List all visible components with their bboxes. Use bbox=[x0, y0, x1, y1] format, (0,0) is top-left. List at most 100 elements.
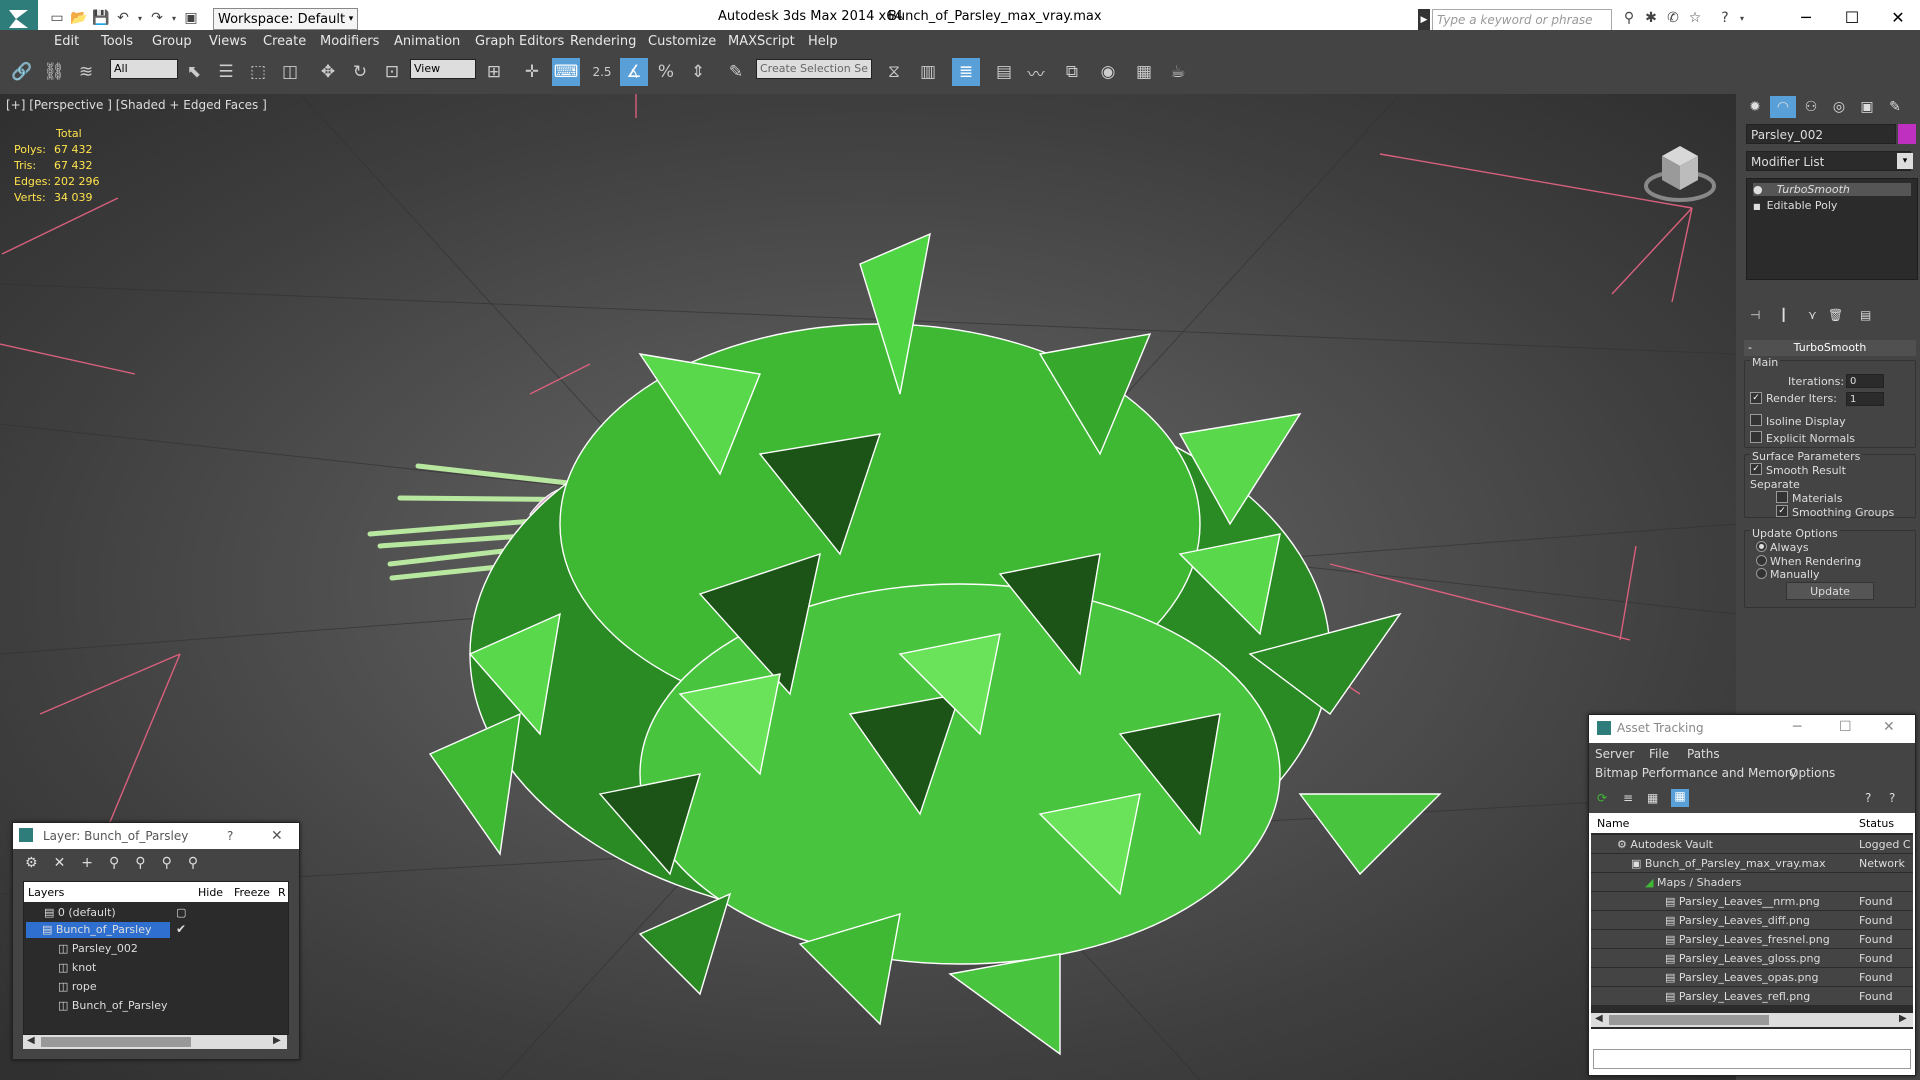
col-layers[interactable]: Layers bbox=[28, 886, 64, 899]
table-row[interactable]: ▤ Parsley_Leaves__nrm.png Found bbox=[1591, 892, 1913, 910]
asset-list[interactable]: Name Status ⚙ Autodesk Vault Logged C ▣ … bbox=[1591, 813, 1913, 1029]
named-selection-dropdown[interactable]: Create Selection Se bbox=[756, 59, 872, 79]
binoculars-icon[interactable]: ⚲ bbox=[1618, 7, 1640, 29]
modifier-list-dropdown[interactable]: Modifier List bbox=[1746, 151, 1911, 171]
layer-window-titlebar[interactable]: Layer: Bunch_of_Parsley ? ✕ bbox=[13, 823, 299, 849]
display-tab-icon[interactable]: ▣ bbox=[1854, 96, 1880, 118]
current-layer-box-icon[interactable]: ▢ bbox=[176, 906, 186, 919]
move-icon[interactable]: ✥ bbox=[314, 58, 342, 86]
scroll-thumb[interactable] bbox=[1609, 1015, 1769, 1025]
unlink-icon[interactable]: ⛓ bbox=[40, 58, 68, 86]
menu-customize[interactable]: Customize bbox=[648, 34, 716, 49]
rollout-turbosmooth[interactable]: - TurboSmooth bbox=[1744, 340, 1916, 356]
layer-row[interactable]: ◫ knot bbox=[58, 961, 96, 974]
help-icon[interactable]: ? bbox=[1714, 7, 1736, 29]
save-file-icon[interactable]: 💾 bbox=[90, 7, 112, 29]
selection-filter-dropdown[interactable]: All bbox=[110, 59, 178, 79]
scroll-right-arrow[interactable]: ▶ bbox=[1899, 1013, 1907, 1024]
subscription-icon[interactable]: ✱ bbox=[1640, 7, 1662, 29]
when-rendering-radio[interactable] bbox=[1756, 555, 1767, 566]
hierarchy-tab-icon[interactable]: ⚇ bbox=[1798, 96, 1824, 118]
asset-path-field[interactable] bbox=[1593, 1049, 1911, 1069]
scroll-left-arrow[interactable]: ◀ bbox=[27, 1035, 35, 1046]
reference-coordinate-dropdown[interactable]: View bbox=[410, 59, 476, 79]
rectangular-selection-icon[interactable]: ⬚ bbox=[244, 58, 272, 86]
menu-graph-editors[interactable]: Graph Editors bbox=[475, 34, 564, 49]
render-iters-checkbox[interactable]: ✓ bbox=[1750, 392, 1762, 404]
undo-dropdown-icon[interactable]: ▾ bbox=[134, 7, 146, 29]
menu-animation[interactable]: Animation bbox=[394, 34, 460, 49]
maximize-button[interactable]: ☐ bbox=[1832, 4, 1872, 30]
favorites-star-icon[interactable]: ☆ bbox=[1684, 7, 1706, 29]
refresh-icon[interactable]: ⟳ bbox=[1597, 791, 1607, 805]
redo-icon[interactable]: ↷ bbox=[146, 7, 168, 29]
stack-item-turbosmooth[interactable]: ● TurboSmooth bbox=[1753, 183, 1911, 196]
asset-window-titlebar[interactable]: Asset Tracking ─ ☐ ✕ bbox=[1589, 715, 1915, 741]
select-by-name-icon[interactable]: ☰ bbox=[212, 58, 240, 86]
menu-maxscript[interactable]: MAXScript bbox=[728, 34, 795, 49]
layer-manager-icon[interactable]: ≣ bbox=[952, 58, 980, 86]
object-name-field[interactable]: Parsley_002 bbox=[1746, 124, 1896, 144]
search-input[interactable]: Type a keyword or phrase bbox=[1432, 9, 1612, 31]
graphite-ribbon-icon[interactable]: ▤ bbox=[990, 58, 1018, 86]
menu-create[interactable]: Create bbox=[263, 34, 306, 49]
menu-server[interactable]: Server bbox=[1595, 747, 1634, 761]
select-and-link-icon[interactable]: 🔗 bbox=[8, 58, 36, 86]
percent-snap-icon[interactable]: % bbox=[652, 58, 680, 86]
bind-space-warp-icon[interactable]: ≋ bbox=[72, 58, 100, 86]
close-icon[interactable]: ✕ bbox=[1883, 719, 1895, 735]
render-setup-icon[interactable]: ▦ bbox=[1130, 58, 1158, 86]
angle-snap-icon[interactable]: ∡ bbox=[620, 58, 648, 86]
help-icon[interactable]: ? bbox=[1865, 791, 1871, 805]
menu-edit[interactable]: Edit bbox=[54, 34, 79, 49]
menu-options[interactable]: Options bbox=[1789, 766, 1835, 780]
table-view-icon[interactable]: ▦ bbox=[1647, 791, 1658, 805]
highlight-layer-icon[interactable]: ⚲ bbox=[135, 855, 161, 871]
menu-tools[interactable]: Tools bbox=[101, 34, 133, 49]
hide-all-icon[interactable]: ⚲ bbox=[162, 855, 188, 871]
table-row[interactable]: ▤ Parsley_Leaves_diff.png Found bbox=[1591, 911, 1913, 929]
scale-icon[interactable]: ⊡ bbox=[378, 58, 406, 86]
iterations-spinner[interactable]: 0 bbox=[1846, 374, 1884, 388]
menu-help[interactable]: Help bbox=[808, 34, 838, 49]
pivot-center-icon[interactable]: ⊞ bbox=[480, 58, 508, 86]
menu-group[interactable]: Group bbox=[152, 34, 192, 49]
layer-row[interactable]: ▤ 0 (default) bbox=[44, 906, 116, 919]
chevron-down-icon[interactable]: ▾ bbox=[343, 8, 359, 30]
minimize-icon[interactable]: ─ bbox=[1793, 719, 1801, 735]
menu-views[interactable]: Views bbox=[209, 34, 247, 49]
schematic-view-icon[interactable]: ⧉ bbox=[1058, 58, 1086, 86]
add-to-layer-icon[interactable]: + bbox=[81, 855, 109, 871]
smooth-result-checkbox[interactable]: ✓ bbox=[1750, 463, 1762, 475]
stack-item-editable-poly[interactable]: ■ Editable Poly bbox=[1753, 199, 1837, 212]
configure-modifier-sets-icon[interactable]: ▤ bbox=[1860, 308, 1871, 322]
scroll-thumb[interactable] bbox=[41, 1037, 191, 1047]
close-button[interactable]: ✕ bbox=[1878, 4, 1918, 30]
layer-row[interactable]: ◫ rope bbox=[58, 980, 97, 993]
always-radio[interactable] bbox=[1756, 541, 1767, 552]
modify-tab-icon[interactable]: ◠ bbox=[1770, 96, 1796, 118]
chevron-down-icon[interactable]: ▾ bbox=[1897, 153, 1913, 169]
grid-view-icon[interactable]: ▦ bbox=[1671, 789, 1689, 807]
menu-file[interactable]: File bbox=[1649, 747, 1669, 761]
layer-row[interactable]: ◫ Bunch_of_Parsley bbox=[58, 999, 167, 1012]
keyboard-shortcut-toggle-icon[interactable]: ⌨ bbox=[552, 58, 580, 86]
modifier-stack[interactable]: ● TurboSmooth ■ Editable Poly bbox=[1746, 178, 1918, 280]
expand-icon[interactable]: ■ bbox=[1753, 202, 1761, 211]
utilities-tab-icon[interactable]: ✎ bbox=[1882, 96, 1908, 118]
explicit-normals-checkbox[interactable] bbox=[1750, 431, 1762, 443]
list-view-icon[interactable]: ≡ bbox=[1623, 791, 1633, 805]
spinner-snap-icon[interactable]: ⇕ bbox=[684, 58, 712, 86]
scroll-right-arrow[interactable]: ▶ bbox=[273, 1035, 281, 1046]
table-row[interactable]: ▤ Parsley_Leaves_opas.png Found bbox=[1591, 968, 1913, 986]
pin-stack-icon[interactable]: ⊣ bbox=[1750, 308, 1760, 322]
table-row[interactable]: ◢ Maps / Shaders bbox=[1591, 873, 1913, 891]
col-name[interactable]: Name bbox=[1597, 817, 1629, 830]
scroll-left-arrow[interactable]: ◀ bbox=[1595, 1013, 1603, 1024]
make-unique-icon[interactable]: ⋎ bbox=[1808, 308, 1817, 322]
table-row[interactable]: ▣ Bunch_of_Parsley_max_vray.max Network bbox=[1591, 854, 1913, 872]
table-row[interactable]: ▤ Parsley_Leaves_gloss.png Found bbox=[1591, 949, 1913, 967]
redo-dropdown-icon[interactable]: ▾ bbox=[168, 7, 180, 29]
show-end-result-icon[interactable]: ┃ bbox=[1780, 308, 1787, 322]
undo-icon[interactable]: ↶ bbox=[112, 7, 134, 29]
